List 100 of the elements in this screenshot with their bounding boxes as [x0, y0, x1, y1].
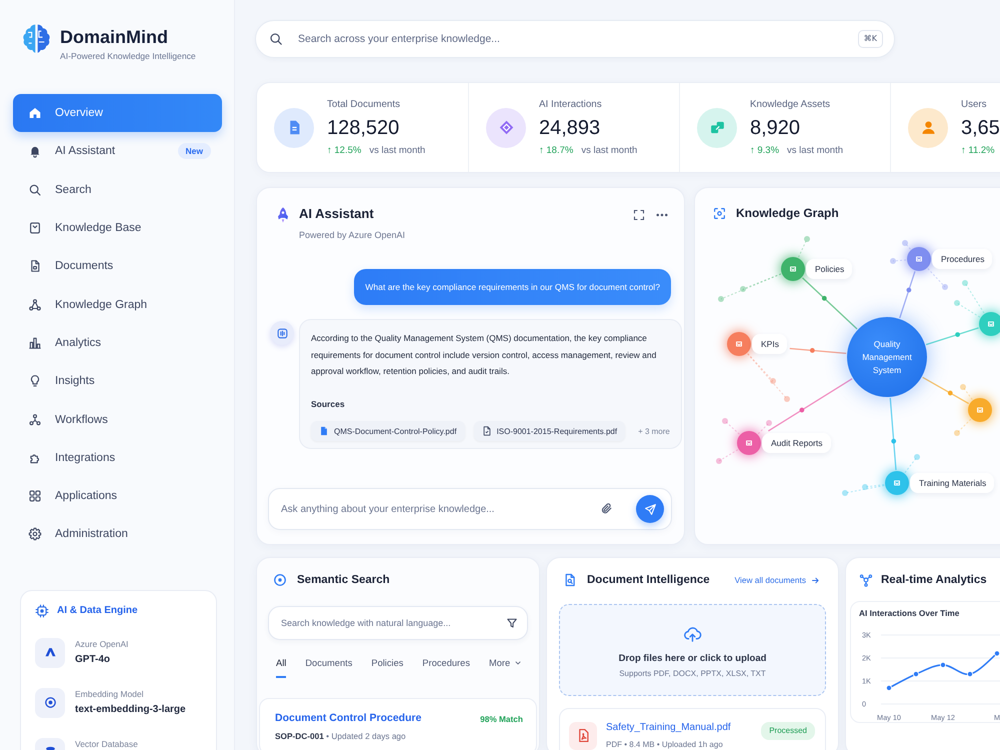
- search-icon: [269, 32, 283, 46]
- nav-item[interactable]: AI Assistant New: [13, 132, 222, 171]
- node-label[interactable]: Procedures: [932, 249, 992, 269]
- filter-tab[interactable]: All: [276, 653, 286, 678]
- node-label[interactable]: Policies: [806, 259, 852, 279]
- chip-icon: [35, 604, 49, 618]
- node-label[interactable]: Training Materials: [910, 473, 994, 493]
- nav-item[interactable]: Integrations: [13, 438, 222, 477]
- graph-node-icon[interactable]: [979, 312, 1000, 336]
- chat-input-field[interactable]: Ask anything about your enterprise knowledge...: [268, 488, 672, 530]
- file-meta: PDF • 8.4 MB • Uploaded 1h ago: [606, 739, 724, 750]
- filter-icon[interactable]: [506, 617, 518, 629]
- arch-icon: [35, 638, 65, 668]
- graph-node-icon[interactable]: [737, 431, 761, 455]
- nav-item[interactable]: Search: [13, 170, 222, 209]
- chevron-down-icon: [514, 659, 522, 667]
- stat-label: AI Interactions: [539, 98, 603, 110]
- filter-tab[interactable]: Procedures: [422, 653, 470, 678]
- data-point: [886, 684, 892, 691]
- engine-label: Embedding Model: [75, 688, 145, 699]
- more-icon[interactable]: [656, 213, 668, 217]
- target-icon: [273, 573, 287, 587]
- cloud-upload-icon: [683, 625, 702, 643]
- stat-label: Users: [961, 98, 988, 110]
- engine-label: Azure OpenAI: [75, 638, 128, 649]
- search-field[interactable]: Search knowledge with natural language...: [268, 606, 528, 640]
- data-point: [940, 662, 946, 668]
- nav-item[interactable]: Workflows: [13, 400, 222, 439]
- card-title: Knowledge Graph: [736, 206, 839, 220]
- graph-node-icon[interactable]: [781, 257, 805, 281]
- stat-change: ↑ 9.3%: [750, 144, 780, 158]
- card-title: AI Assistant: [299, 206, 375, 222]
- stat-label: Total Documents: [327, 98, 401, 110]
- stat-change: ↑ 18.7%: [539, 144, 574, 158]
- nav-item[interactable]: Overview: [13, 94, 222, 132]
- stat-period: vs last month: [787, 144, 844, 158]
- stat-value: 128,520: [327, 116, 400, 140]
- view-all-link[interactable]: View all documents: [734, 575, 820, 585]
- central-node[interactable]: Quality Management System: [847, 317, 927, 397]
- file-icon: [482, 426, 492, 436]
- minor-branch-drawing: [954, 384, 973, 436]
- engine-label: Vector Database: [75, 738, 138, 749]
- nav-item[interactable]: Applications: [13, 476, 222, 516]
- document-search-icon: [563, 573, 577, 587]
- more-sources-link[interactable]: + 3 more: [638, 426, 670, 436]
- brand-tagline: AI-Powered Knowledge Intelligence: [60, 50, 196, 62]
- user-message: What are the key compliance requirements in our QMS for document control?: [354, 269, 671, 305]
- bot-avatar-icon: [270, 321, 294, 345]
- nav-item[interactable]: Knowledge Graph: [13, 285, 222, 324]
- stat-period: vs last month: [581, 144, 638, 158]
- result-meta: SOP-DC-001 • Updated 2 days ago: [275, 731, 407, 742]
- graph-edge: [899, 271, 916, 318]
- graph-edge: [802, 277, 858, 330]
- paperclip-icon[interactable]: [600, 502, 613, 515]
- minor-branch-drawing: [747, 353, 790, 402]
- engine-value: text-embedding-3-large: [75, 702, 186, 717]
- file-icon: [319, 426, 329, 436]
- nav-item[interactable]: Knowledge Base: [13, 208, 222, 248]
- nav-item[interactable]: Administration: [13, 515, 222, 554]
- target-icon: [35, 688, 65, 718]
- node-label[interactable]: Audit Reports: [762, 433, 830, 453]
- shortcut-key: ⌘K: [858, 30, 883, 48]
- stat-label: Knowledge Assets: [750, 98, 832, 110]
- grid-icon: [28, 489, 42, 504]
- graph-node-icon[interactable]: [968, 398, 992, 422]
- upload-dropzone[interactable]: Drop files here or click to upload Supports PDF, DOCX, PPTX, XLSX, TXT: [559, 604, 826, 696]
- card-title: Real-time Analytics: [881, 574, 987, 586]
- stat-value: 24,893: [539, 116, 602, 140]
- card-title: Semantic Search: [297, 574, 390, 586]
- source-chip[interactable]: QMS-Document-Control-Policy.pdf: [311, 421, 465, 442]
- graph-node-icon[interactable]: [907, 247, 931, 271]
- nav-badge: New: [178, 143, 211, 160]
- graph-node-icon[interactable]: [885, 471, 909, 495]
- brand-name: DomainMind: [60, 26, 169, 48]
- filter-tab[interactable]: More: [488, 653, 522, 678]
- search-icon: [28, 182, 42, 197]
- status-badge: Processed: [761, 722, 815, 740]
- archive-icon: [28, 221, 42, 236]
- nav-item[interactable]: Analytics: [13, 324, 222, 362]
- data-point: [967, 671, 973, 678]
- nav-item[interactable]: Insights: [13, 362, 222, 400]
- graph-edge: [926, 327, 979, 346]
- graph-node-icon[interactable]: [727, 332, 751, 356]
- engine-title: AI & Data Engine: [57, 605, 138, 616]
- upload-hint: Supports PDF, DOCX, PPTX, XLSX, TXT: [619, 668, 766, 679]
- result-title-link[interactable]: Document Control Procedure: [275, 712, 422, 725]
- file-name-link[interactable]: Safety_Training_Manual.pdf: [606, 721, 752, 734]
- filter-tab[interactable]: Policies: [371, 653, 404, 678]
- brain-logo-icon: [22, 24, 51, 54]
- answer-text: According to the Quality Management System (QMS) documentation, the key compliance requirements for document control include version control, access management, review and approval workflow, retention policies, and audit trails.: [311, 332, 658, 378]
- node-label[interactable]: KPIs: [752, 334, 787, 354]
- minor-branch-drawing: [716, 418, 772, 464]
- expand-icon[interactable]: [633, 209, 645, 221]
- nav-item[interactable]: Documents: [13, 247, 222, 286]
- data-point: [913, 671, 919, 678]
- scan-icon: [713, 206, 726, 220]
- source-chip[interactable]: ISO-9001-2015-Requirements.pdf: [474, 421, 626, 442]
- filter-tab[interactable]: Documents: [305, 653, 352, 678]
- sources-label: Sources: [311, 398, 346, 410]
- upload-title: Drop files here or click to upload: [618, 652, 766, 665]
